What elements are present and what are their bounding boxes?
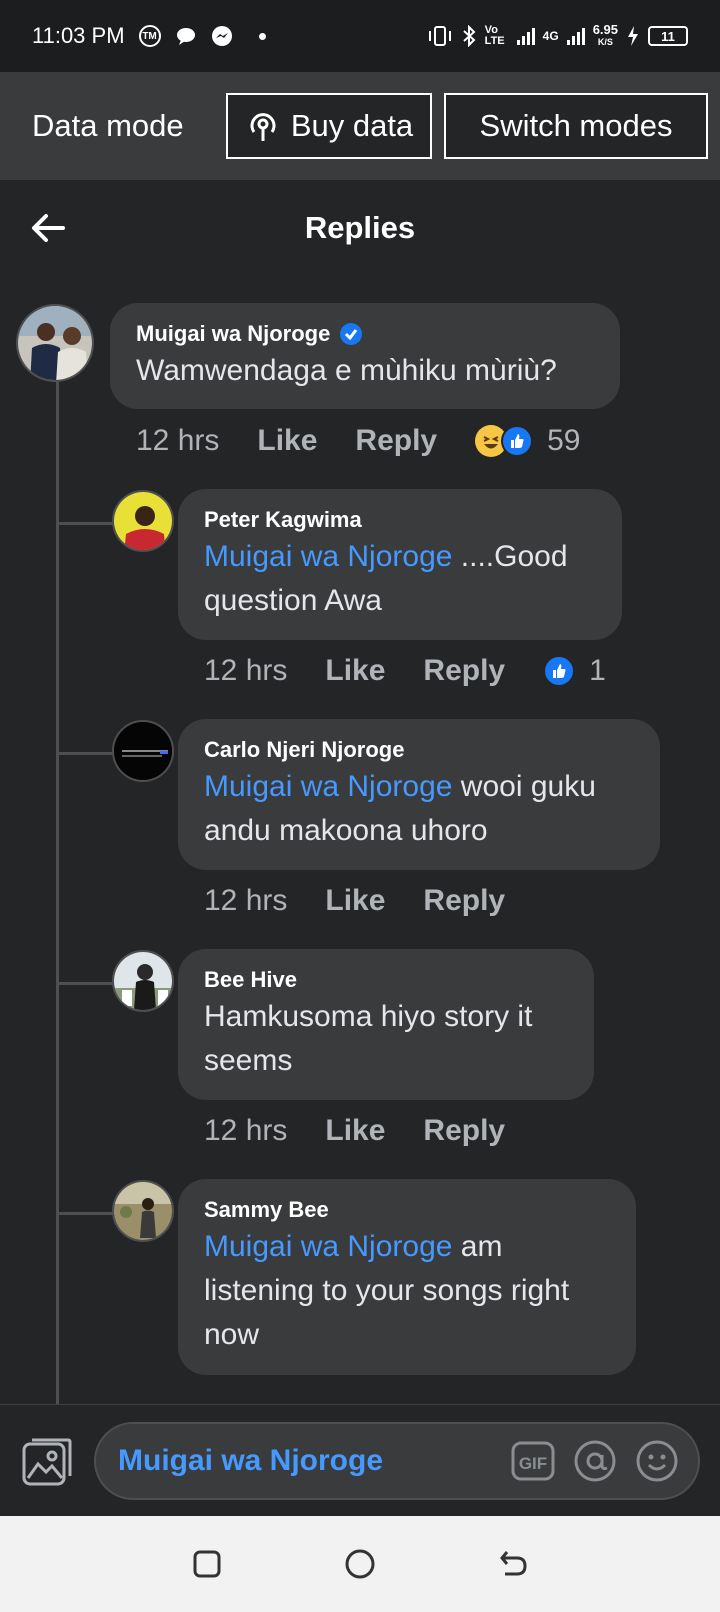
- charging-icon: [628, 26, 638, 46]
- buy-data-button[interactable]: Buy data: [226, 93, 432, 159]
- page-title: Replies: [304, 210, 416, 245]
- comment-time: 12 hrs: [204, 1114, 288, 1147]
- comment-author[interactable]: Peter Kagwima: [204, 507, 596, 533]
- messenger-icon: [211, 26, 232, 46]
- reply-connector: [58, 1212, 116, 1215]
- comment-author[interactable]: Muigai wa Njoroge: [136, 321, 330, 347]
- comment-input[interactable]: Muigai wa Njoroge GIF: [94, 1421, 700, 1500]
- mention-link[interactable]: Muigai wa Njoroge: [204, 1230, 452, 1263]
- mention-link[interactable]: Muigai wa Njoroge: [204, 770, 452, 803]
- like-button[interactable]: Like: [257, 424, 317, 458]
- notification-dot-icon: [258, 32, 266, 40]
- comment-composer: Muigai wa Njoroge GIF: [0, 1404, 720, 1516]
- comment-author[interactable]: Bee Hive: [204, 967, 568, 993]
- comment-time: 12 hrs: [204, 884, 288, 917]
- comment-author[interactable]: Carlo Njeri Njoroge: [204, 737, 634, 763]
- chat-bubble-icon: [176, 28, 195, 45]
- status-time: 11:03 PM: [32, 23, 125, 48]
- comment-actions: 12 hrs Like Reply: [204, 884, 543, 918]
- like-reaction-icon: [543, 655, 576, 687]
- comment-text: Muigai wa Njoroge am listening to your s…: [204, 1230, 570, 1351]
- battery-icon: 11: [648, 26, 688, 46]
- reply-button[interactable]: Reply: [355, 424, 437, 458]
- reply-button[interactable]: Reply: [423, 654, 505, 688]
- comment-actions: 12 hrs Like Reply 59: [136, 424, 581, 458]
- like-button[interactable]: Like: [325, 884, 385, 918]
- comment-text: Wamwendaga e mùhiku mùriù?: [136, 354, 557, 387]
- emoji-icon[interactable]: [634, 1438, 680, 1484]
- data-mode-label: Data mode: [32, 108, 184, 143]
- speed-indicator: 6.95 K/S: [592, 22, 618, 47]
- avatar[interactable]: [112, 1180, 174, 1242]
- signal-1-icon: [516, 27, 535, 45]
- back-nav-icon[interactable]: [493, 1544, 533, 1584]
- signal-2-icon: [566, 27, 585, 45]
- switch-modes-button[interactable]: Switch modes: [444, 93, 708, 159]
- reaction-count: 1: [589, 654, 606, 687]
- comment-bubble[interactable]: Peter Kagwima Muigai wa Njoroge ....Good…: [178, 489, 622, 640]
- comment-bubble[interactable]: Carlo Njeri Njoroge Muigai wa Njoroge wo…: [178, 719, 660, 870]
- comment-actions: 12 hrs Like Reply: [204, 1114, 543, 1148]
- reactions[interactable]: [475, 425, 534, 457]
- comment-actions: 12 hrs Like Reply 1: [204, 654, 606, 688]
- network-label: 4G: [542, 29, 559, 43]
- data-mode-bar: Data mode Buy data Switch modes: [0, 72, 720, 180]
- avatar[interactable]: [112, 490, 174, 552]
- reply-button[interactable]: Reply: [423, 884, 505, 918]
- avatar[interactable]: [112, 950, 174, 1012]
- reply-connector: [58, 522, 116, 525]
- tm-icon: TM: [138, 25, 161, 47]
- photo-gallery-icon[interactable]: [20, 1434, 74, 1488]
- reply-connector: [58, 752, 116, 755]
- like-button[interactable]: Like: [325, 654, 385, 688]
- vibrate-icon: [428, 26, 451, 46]
- avatar[interactable]: [112, 720, 174, 782]
- comment-text: Muigai wa Njoroge ....Good question Awa: [204, 540, 568, 617]
- comment-input-value[interactable]: Muigai wa Njoroge: [118, 1444, 494, 1478]
- volte-label: Vo LTE: [484, 24, 505, 47]
- home-icon[interactable]: [340, 1544, 380, 1584]
- reaction-count: 59: [547, 424, 581, 457]
- reply-button[interactable]: Reply: [423, 1114, 505, 1148]
- bluetooth-icon: [463, 25, 476, 47]
- comment-author[interactable]: Sammy Bee: [204, 1197, 610, 1223]
- comment-bubble[interactable]: Bee Hive Hamkusoma hiyo story it seems: [178, 949, 594, 1100]
- mention-at-icon[interactable]: [572, 1438, 618, 1484]
- comment-bubble[interactable]: Muigai wa Njoroge Wamwendaga e mùhiku mù…: [110, 303, 620, 409]
- broadcast-icon: [250, 113, 276, 141]
- comment-time: 12 hrs: [204, 654, 288, 687]
- gif-icon[interactable]: GIF: [510, 1438, 556, 1484]
- thread-line: [56, 380, 59, 1404]
- reply-connector: [58, 982, 116, 985]
- comment-bubble[interactable]: Sammy Bee Muigai wa Njoroge am listening…: [178, 1179, 636, 1375]
- comment-time: 12 hrs: [136, 424, 220, 457]
- svg-text:GIF: GIF: [519, 1454, 547, 1473]
- verified-badge-icon: [340, 323, 363, 345]
- comment-text: Muigai wa Njoroge wooi guku andu makoona…: [204, 770, 596, 847]
- back-arrow-icon[interactable]: [30, 210, 66, 246]
- avatar[interactable]: [16, 304, 94, 382]
- replies-header: Replies: [0, 180, 720, 276]
- status-bar: 11:03 PM TM Vo LTE 4G 6.95 K/S 11: [0, 0, 720, 72]
- recents-icon[interactable]: [187, 1544, 227, 1584]
- like-reaction-icon: [501, 425, 534, 457]
- system-nav-bar: [0, 1516, 720, 1612]
- comment-thread[interactable]: Muigai wa Njoroge Wamwendaga e mùhiku mù…: [0, 276, 720, 1404]
- like-button[interactable]: Like: [325, 1114, 385, 1148]
- mention-link[interactable]: Muigai wa Njoroge: [204, 540, 452, 573]
- comment-text: Hamkusoma hiyo story it seems: [204, 1000, 533, 1077]
- reactions[interactable]: [543, 655, 576, 687]
